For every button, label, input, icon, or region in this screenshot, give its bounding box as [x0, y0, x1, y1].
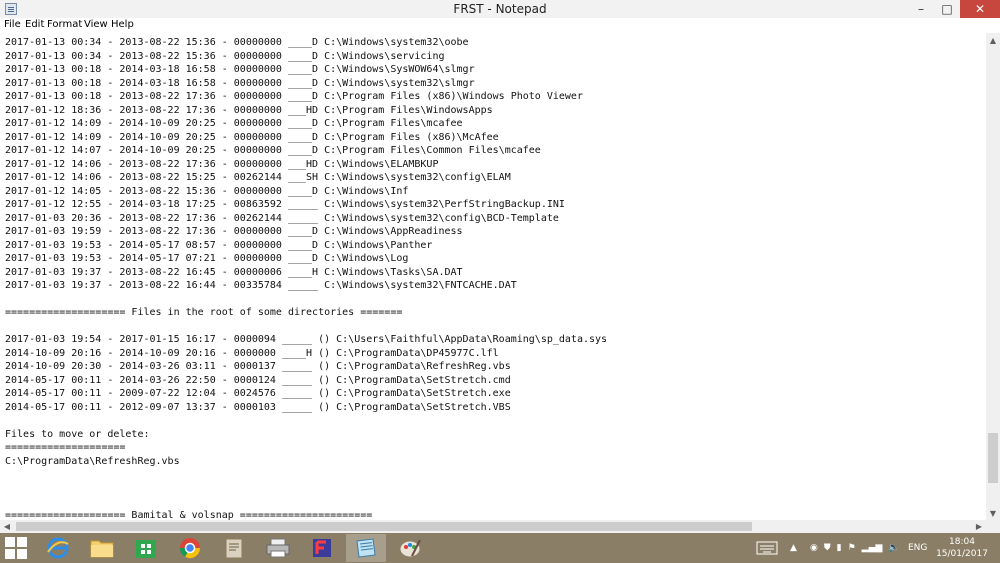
text-line: 2017-01-12 18:36 - 2013-08-22 17:36 - 00… — [5, 104, 493, 116]
editor-content[interactable]: 2017-01-13 00:34 - 2013-08-22 15:36 - 00… — [0, 33, 986, 520]
text-line: 2017-01-12 14:09 - 2014-10-09 20:25 - 00… — [5, 131, 499, 143]
scroll-left-arrow-icon[interactable]: ◀ — [0, 520, 14, 533]
start-button[interactable] — [5, 537, 27, 559]
maximize-button[interactable]: □ — [934, 0, 960, 18]
taskbar-internet-explorer[interactable] — [38, 534, 78, 562]
store-icon — [136, 540, 156, 558]
text-line: 2017-01-13 00:18 - 2014-03-18 16:58 - 00… — [5, 77, 475, 89]
text-line: ==================== Files in the root o… — [5, 307, 403, 318]
text-line: 2014-05-17 00:11 - 2014-03-26 22:50 - 00… — [5, 374, 511, 386]
tray-icons: ◉ ⛊ ▮ ⚑ ▂▄▆ 🔈 — [810, 535, 900, 561]
chrome-icon — [179, 538, 201, 559]
text-line: 2014-10-09 20:30 - 2014-03-26 03:11 - 00… — [5, 361, 511, 372]
text-line: 2017-01-03 19:37 - 2013-08-22 16:45 - 00… — [5, 266, 463, 278]
text-line: C:\ProgramData\RefreshReg.vbs — [5, 455, 180, 467]
internet-explorer-icon — [47, 537, 69, 559]
scroll-right-arrow-icon[interactable]: ▶ — [972, 520, 986, 533]
show-hidden-icons-button[interactable]: ▲ — [790, 535, 797, 561]
notepad-taskbar-icon — [356, 538, 376, 558]
text-line: 2014-05-17 00:11 - 2009-07-22 12:04 - 00… — [5, 388, 511, 399]
close-button[interactable]: ✕ — [960, 0, 1000, 18]
window-title: FRST - Notepad — [453, 2, 547, 16]
vertical-scroll-thumb[interactable] — [988, 433, 998, 483]
text-line: 2017-01-13 00:34 - 2013-08-22 15:36 - 00… — [5, 37, 469, 48]
scroll-down-arrow-icon[interactable]: ▼ — [986, 506, 1000, 520]
menu-format[interactable]: Format — [47, 19, 82, 30]
document-app-icon — [225, 538, 243, 559]
text-line: 2014-10-09 20:16 - 2014-10-09 20:16 - 00… — [5, 347, 499, 359]
scrollbar-corner — [986, 520, 1000, 533]
clock-time: 18:04 — [949, 537, 975, 547]
text-line: 2017-01-03 19:53 - 2014-05-17 08:57 - 00… — [5, 239, 433, 251]
taskbar-store[interactable] — [126, 534, 166, 562]
taskbar-file-explorer[interactable] — [82, 534, 122, 562]
language-indicator[interactable]: ENG — [908, 535, 927, 561]
text-line: 2017-01-03 20:36 - 2013-08-22 17:36 - 00… — [5, 212, 559, 224]
clock[interactable]: 18:04 15/01/2017 — [928, 536, 996, 560]
menu-view[interactable]: View — [84, 19, 108, 30]
volume-icon[interactable]: 🔈 — [888, 543, 899, 553]
power-battery-icon[interactable]: ▮ — [837, 543, 842, 553]
clock-date: 15/01/2017 — [936, 549, 988, 559]
text-line: 2017-01-12 14:07 - 2014-10-09 20:25 - 00… — [5, 145, 541, 156]
text-line: 2017-01-12 14:09 - 2014-10-09 20:25 - 00… — [5, 118, 463, 129]
menu-bar: File Edit Format View Help — [0, 18, 1000, 33]
text-editor[interactable]: 2017-01-13 00:34 - 2013-08-22 15:36 - 00… — [0, 33, 986, 520]
menu-help[interactable]: Help — [111, 19, 134, 30]
text-line: 2017-01-12 14:06 - 2013-08-22 17:36 - 00… — [5, 158, 439, 170]
text-line: Files to move or delete: — [5, 428, 150, 440]
windows-logo-icon — [5, 537, 15, 547]
text-line: 2017-01-12 14:05 - 2013-08-22 15:36 - 00… — [5, 185, 409, 197]
text-line: 2017-01-03 19:54 - 2017-01-15 16:17 - 00… — [5, 334, 608, 345]
taskbar-app-document[interactable] — [214, 534, 254, 562]
taskbar-app-frst[interactable] — [302, 534, 342, 562]
text-line: 2017-01-03 19:53 - 2014-05-17 07:21 - 00… — [5, 253, 409, 264]
network-icon[interactable]: ▂▄▆ — [862, 543, 883, 553]
text-line: 2014-05-17 00:11 - 2012-09-07 13:37 - 00… — [5, 401, 511, 413]
horizontal-scroll-thumb[interactable] — [16, 522, 752, 531]
menu-edit[interactable]: Edit — [25, 19, 44, 30]
menu-file[interactable]: File — [4, 19, 21, 30]
taskbar-paint[interactable] — [390, 534, 430, 562]
taskbar-app-printer[interactable] — [258, 534, 298, 562]
chevron-up-icon: ▲ — [790, 543, 797, 553]
text-line: 2017-01-12 14:06 - 2013-08-22 15:25 - 00… — [5, 172, 511, 183]
paint-palette-icon — [399, 539, 421, 558]
title-bar[interactable]: FRST - Notepad – □ ✕ — [0, 0, 1000, 18]
scroll-up-arrow-icon[interactable]: ▲ — [986, 33, 1000, 47]
horizontal-scrollbar[interactable]: ◀ ▶ — [0, 520, 986, 533]
text-line: ==================== Bamital & volsnap =… — [5, 509, 373, 521]
taskbar-notepad[interactable] — [346, 534, 386, 562]
touch-keyboard-icon — [756, 541, 778, 555]
text-line: 2017-01-13 00:18 - 2013-08-22 17:36 - 00… — [5, 91, 583, 102]
text-line: 2017-01-13 00:18 - 2014-03-18 16:58 - 00… — [5, 64, 475, 75]
folder-icon — [90, 540, 114, 558]
keyboard-tray[interactable] — [756, 535, 778, 561]
text-line: 2017-01-12 12:55 - 2014-03-18 17:25 - 00… — [5, 199, 565, 210]
text-line: 2017-01-13 00:34 - 2013-08-22 15:36 - 00… — [5, 50, 445, 62]
vertical-scrollbar[interactable]: ▲ ▼ — [986, 33, 1000, 520]
text-line: 2017-01-03 19:37 - 2013-08-22 16:44 - 00… — [5, 280, 517, 291]
text-line: 2017-01-03 19:59 - 2013-08-22 17:36 - 00… — [5, 226, 463, 237]
flag-icon[interactable]: ⚑ — [848, 543, 856, 553]
shield-tray-icon[interactable]: ⛊ — [824, 543, 831, 553]
taskbar-chrome[interactable] — [170, 534, 210, 562]
text-line: ==================== — [5, 442, 126, 453]
security-tray-icon[interactable]: ◉ — [810, 543, 818, 553]
minimize-button[interactable]: – — [908, 0, 934, 18]
frst-icon — [313, 539, 331, 557]
printer-icon — [266, 538, 290, 558]
